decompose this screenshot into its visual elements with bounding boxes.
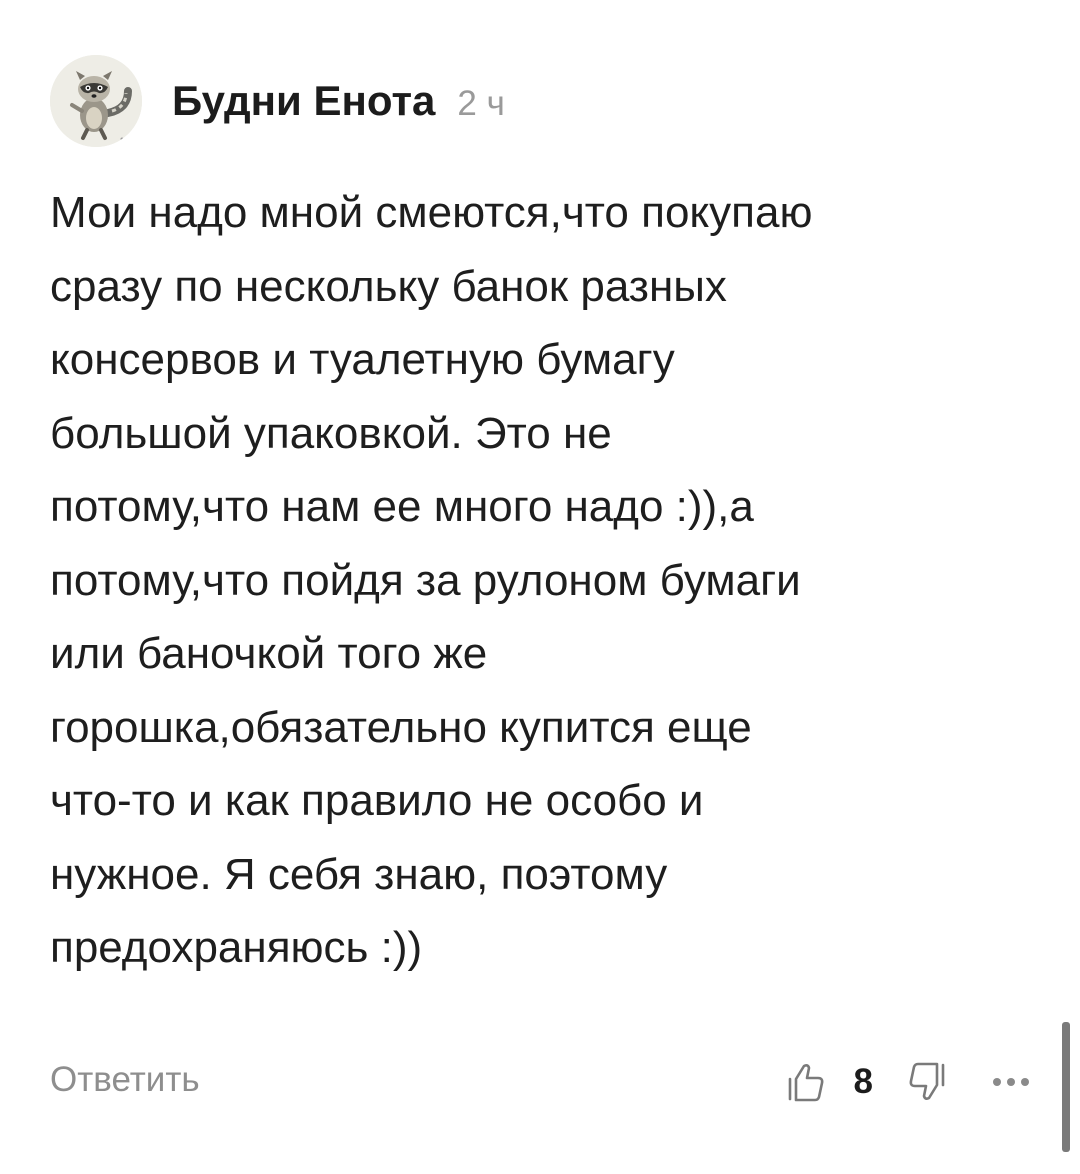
comment-timestamp: 2 ч xyxy=(457,84,505,123)
reply-button[interactable]: Ответить xyxy=(50,1060,200,1100)
like-button[interactable] xyxy=(782,1056,830,1108)
comment-actions: 8 xyxy=(782,1056,1035,1108)
author-name[interactable]: Будни Енота xyxy=(172,77,435,125)
comment-text: Мои надо мной смеются,что покупаю сразу … xyxy=(50,188,813,972)
avatar[interactable] xyxy=(50,55,142,147)
comment-footer: Ответить 8 xyxy=(50,1052,1035,1112)
like-count: 8 xyxy=(853,1062,873,1101)
comment-card: Будни Енота 2 ч Мои надо мной смеются,чт… xyxy=(0,0,1080,1174)
more-dots-icon xyxy=(993,1078,1029,1086)
thumbs-down-icon xyxy=(909,1062,945,1100)
thumbs-up-icon xyxy=(788,1064,823,1102)
raccoon-avatar-icon xyxy=(50,55,142,147)
scrollbar[interactable] xyxy=(1062,1022,1070,1152)
dislike-button[interactable] xyxy=(903,1056,951,1108)
comment-header: Будни Енота 2 ч xyxy=(50,55,505,147)
more-options-button[interactable] xyxy=(987,1056,1035,1108)
